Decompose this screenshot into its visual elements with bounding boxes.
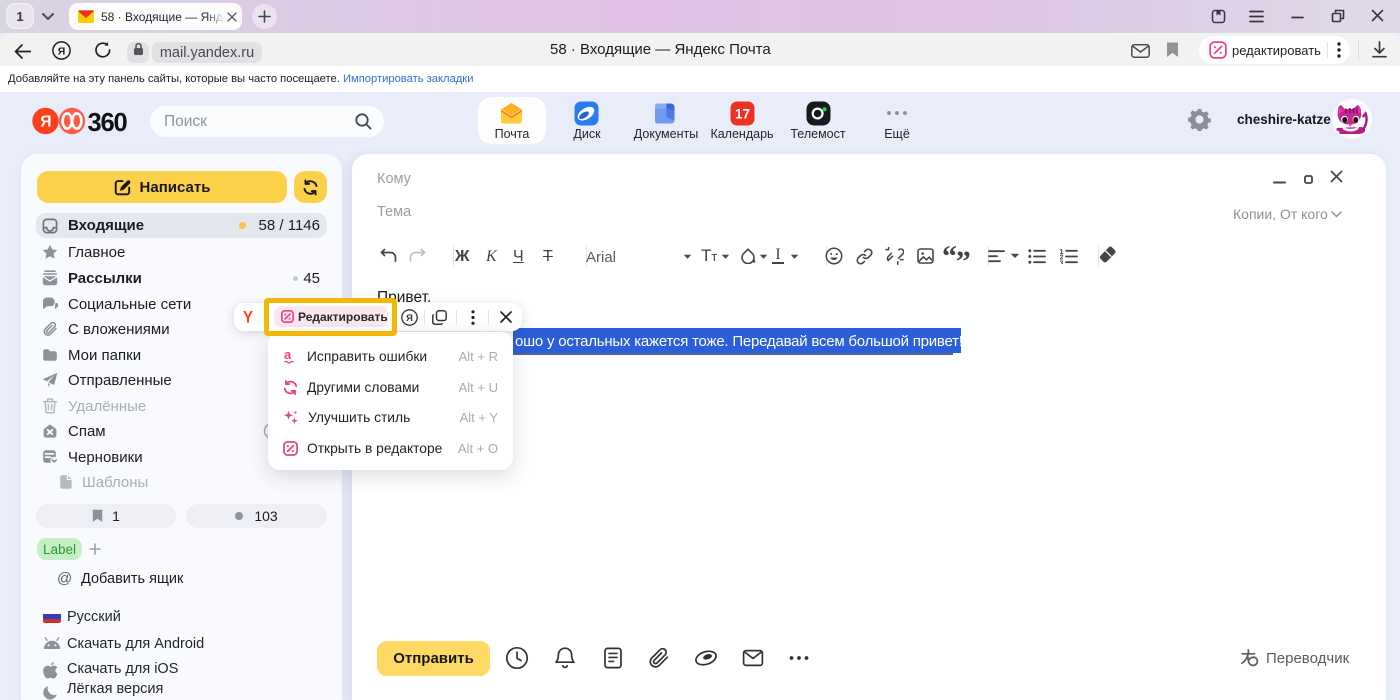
svg-text:Я: Я (58, 45, 66, 57)
svg-text:“: “ (943, 242, 957, 268)
svg-text:„: „ (956, 242, 971, 263)
svg-text:Я: Я (40, 113, 51, 130)
svg-text:Я: Я (406, 312, 413, 323)
svg-text:a: a (284, 348, 292, 362)
svg-text:360: 360 (88, 109, 128, 135)
svg-text:17: 17 (735, 107, 750, 122)
svg-text:3: 3 (1060, 260, 1064, 264)
